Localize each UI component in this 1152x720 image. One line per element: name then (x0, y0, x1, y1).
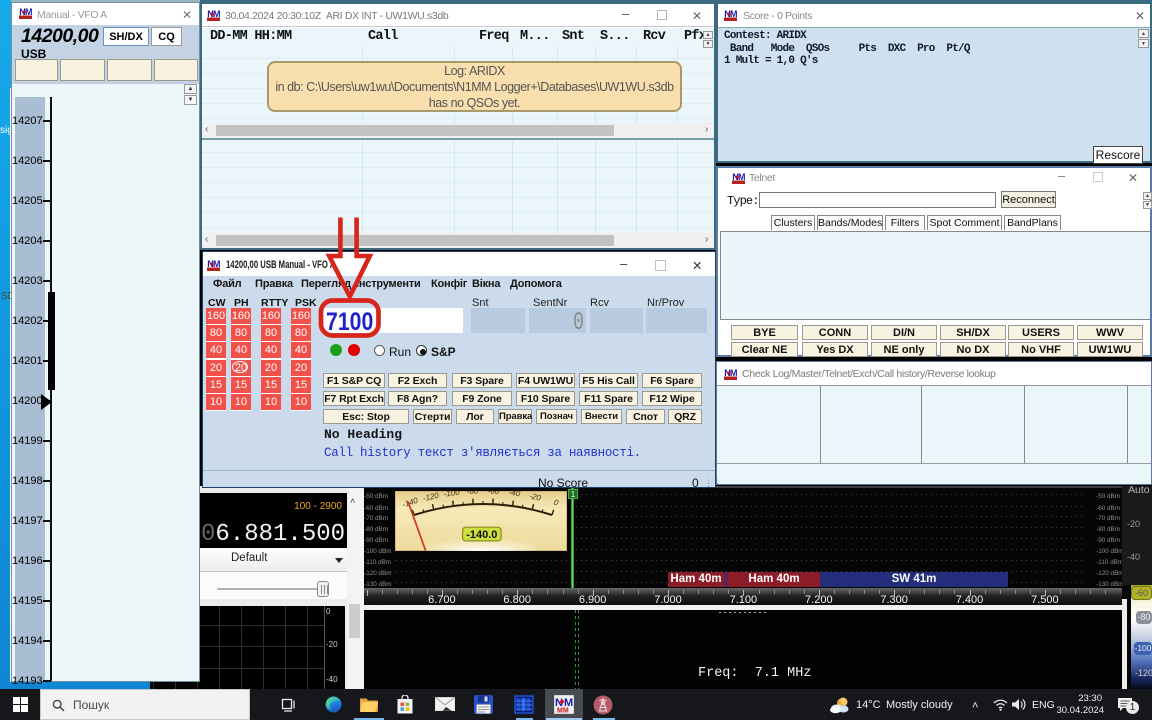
svg-text:MM: MM (557, 708, 569, 715)
svg-text:-80: -80 (467, 491, 480, 496)
svg-text:-140.0: -140.0 (466, 529, 497, 541)
svg-text:-60: -60 (487, 491, 500, 496)
